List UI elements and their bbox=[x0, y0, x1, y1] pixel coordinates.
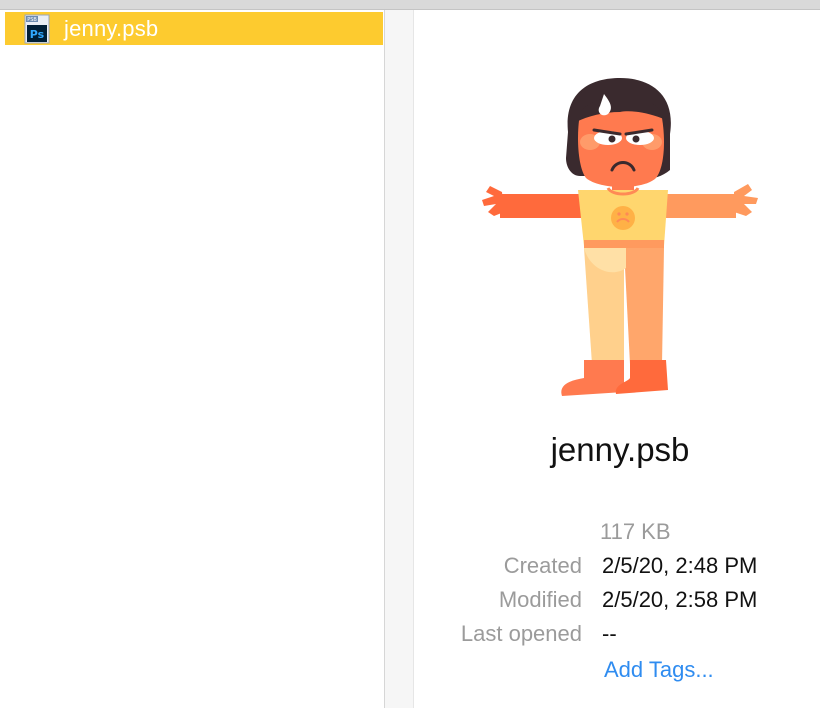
last-opened-value: -- bbox=[602, 621, 617, 646]
add-tags-link[interactable]: Add Tags... bbox=[604, 657, 714, 683]
modified-row: Modified 2/5/20, 2:58 PM bbox=[414, 587, 820, 617]
file-size: 117 KB bbox=[600, 519, 671, 544]
created-row: Created 2/5/20, 2:48 PM bbox=[414, 553, 820, 583]
file-thumbnail-image bbox=[482, 78, 758, 396]
column-divider[interactable] bbox=[385, 10, 414, 708]
svg-text:PSB: PSB bbox=[27, 17, 37, 23]
preview-file-title: jenny.psb bbox=[550, 431, 690, 468]
file-list-column[interactable]: PSB Ps jenny.psb bbox=[0, 10, 385, 708]
preview-pane: jenny.psb 117 KB Created 2/5/20, 2:48 PM… bbox=[414, 10, 820, 708]
modified-label: Modified bbox=[498, 587, 582, 612]
svg-text:Ps: Ps bbox=[30, 28, 45, 41]
photoshop-document-icon: PSB Ps bbox=[24, 14, 50, 44]
file-row-selected[interactable]: PSB Ps jenny.psb bbox=[5, 12, 383, 45]
created-label: Created bbox=[503, 553, 582, 578]
window-top-bar bbox=[0, 0, 820, 10]
last-opened-label: Last opened bbox=[460, 621, 582, 646]
last-opened-row: Last opened -- bbox=[414, 621, 820, 651]
file-name-label: jenny.psb bbox=[64, 16, 159, 41]
created-value: 2/5/20, 2:48 PM bbox=[602, 553, 758, 578]
modified-value: 2/5/20, 2:58 PM bbox=[602, 587, 758, 612]
